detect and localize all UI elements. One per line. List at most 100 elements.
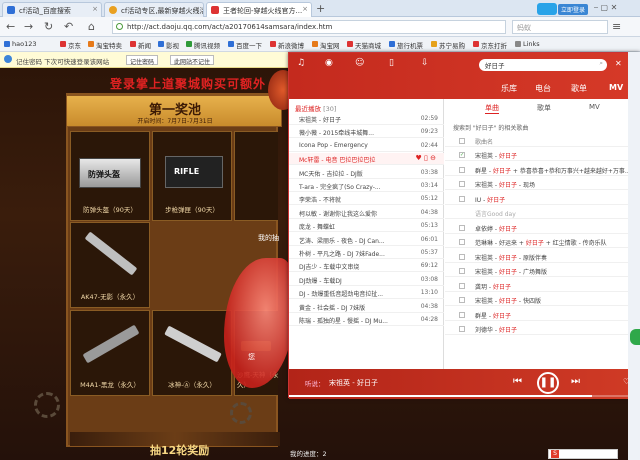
search-input[interactable]: 蚂蚁 — [512, 20, 608, 34]
result-checkbox[interactable] — [459, 326, 465, 332]
select-all-checkbox[interactable] — [459, 138, 465, 144]
share-icon[interactable] — [630, 329, 640, 345]
result-item[interactable]: 刘德华 - 好日子 — [445, 323, 640, 335]
result-checkbox[interactable] — [459, 253, 465, 260]
subtab-playlists[interactable]: 歌单 — [537, 103, 551, 113]
prize-cell-ak47[interactable]: AK47-无影（永久） — [70, 222, 150, 308]
prize-cell-magazine[interactable]: RIFLE 步枪弹匣（90天） — [152, 131, 232, 221]
tab-baidu-search[interactable]: cf活动_百度搜索 × — [2, 2, 102, 17]
bookmark-item[interactable]: 腾讯视频 — [186, 40, 220, 50]
result-checkbox[interactable] — [459, 181, 465, 187]
bookmark-item[interactable]: 淘宝特卖 — [88, 40, 122, 50]
result-checkbox[interactable] — [459, 268, 465, 274]
bookmark-item[interactable]: 影视 — [158, 40, 179, 50]
playlist-item[interactable]: DJ吉少 - 车载中文串烧 69:12 — [289, 260, 444, 273]
phone-icon[interactable]: ▯ — [389, 58, 394, 68]
tab-cf-activity[interactable]: cf活动专区,最新穿越火线活... × — [104, 2, 204, 17]
player-search-input[interactable]: 好日子 ⌕ — [479, 59, 607, 71]
player-menu-icon[interactable]: ♫ — [297, 58, 305, 68]
result-item[interactable]: IU - 好日子 — [445, 193, 640, 205]
bookmark-item[interactable]: Links — [515, 40, 540, 48]
bookmark-item[interactable]: 苏宁易购 — [431, 40, 465, 50]
tab-samsara[interactable]: 王者轮回-穿越火线官方... × — [206, 2, 312, 17]
prize-cell-m4a1[interactable]: M4A1-黑龙（永久） — [70, 310, 150, 396]
result-item[interactable]: 语言Good day — [445, 207, 640, 219]
reload-icon[interactable]: ↻ — [44, 20, 53, 33]
user-icon[interactable]: ☺ — [355, 58, 364, 68]
result-checkbox[interactable] — [459, 195, 465, 202]
login-button[interactable]: 立即登录 — [558, 4, 589, 15]
next-icon[interactable]: ⏭ — [571, 376, 580, 387]
ime-toolbar[interactable]: S — [548, 449, 618, 459]
prize-cell-partial[interactable] — [234, 131, 278, 221]
result-item[interactable]: 群星 - 好日子 + 恭喜恭喜+恭和万事兴+越来越好+万事... — [445, 164, 640, 176]
bookmark-item[interactable]: hao123 — [4, 40, 37, 48]
remember-password-button[interactable]: 记住密码 — [126, 55, 159, 66]
pause-icon[interactable]: ❚❚ — [537, 372, 559, 394]
bookmark-item[interactable]: 新浪微博 — [270, 40, 304, 50]
result-checkbox[interactable] — [459, 297, 465, 303]
result-checkbox[interactable] — [459, 224, 465, 231]
playlist-item[interactable]: DJ - 劲爆重低音超劲电音拉扯... 13:10 — [289, 287, 444, 300]
row-actions-icon[interactable]: ♥ ▯ ⊖ — [416, 154, 436, 162]
result-item[interactable]: 宋祖英 - 好日子 - 快四版 — [445, 294, 640, 306]
tab-playlists[interactable]: 歌单 — [571, 83, 587, 94]
prize-cell-rifle2[interactable]: 冰神-Ⓐ（永久） — [152, 310, 232, 396]
prev-icon[interactable]: ⏮ — [513, 376, 522, 387]
result-item[interactable]: 卓依婷 - 好日子 — [445, 222, 640, 234]
result-checkbox[interactable]: ✓ — [459, 152, 465, 158]
progress-track[interactable] — [289, 395, 640, 397]
playlist-item[interactable]: Mc轩雷 - 电音 巴拉巴拉巴拉 ♥ ▯ ⊖ — [289, 153, 444, 166]
playlist-item[interactable]: T-ara - 完全疯了(So Crazy-... 03:14 — [289, 180, 444, 192]
playlist-item[interactable]: MC天佑 - 吉拉拉 - DJ版 03:38 — [289, 167, 444, 179]
tab-radio[interactable]: 电台 — [535, 83, 551, 94]
result-checkbox[interactable] — [459, 166, 465, 173]
subtab-mv[interactable]: MV — [589, 103, 600, 111]
close-icon[interactable]: × — [92, 5, 98, 13]
prize-cell-helmet[interactable]: 防弹头盔 防弹头盔（90天） — [70, 131, 150, 221]
playlist-item[interactable]: 朴树 - 平凡之路 - DJ 7妹Fade... 05:37 — [289, 247, 444, 259]
bookmark-item[interactable]: 旅行机票 — [389, 40, 423, 50]
close-icon[interactable]: × — [302, 5, 308, 13]
result-item[interactable]: 宋祖英 - 好日子 - 现场 — [445, 178, 640, 190]
bookmark-item[interactable]: 淘宝网 — [312, 40, 340, 50]
bookmark-item[interactable]: 天猫商城 — [347, 40, 381, 50]
bookmark-item[interactable]: 京东打折 — [473, 40, 507, 50]
result-item[interactable]: 群星 - 好日子 — [445, 309, 640, 321]
result-item[interactable]: 范琳琳 - 好运来 + 好日子 + 红尘情歌 - 传奇乐队 — [445, 236, 640, 248]
playlist-item[interactable]: 艺涛、梁丽乐 - 夜色 - DJ Can... 06:01 — [289, 234, 444, 246]
window-controls-icon[interactable]: ⎯ ▢ ✕ — [594, 3, 617, 13]
window-close-icon[interactable]: ✕ — [615, 59, 622, 68]
playlist-item[interactable]: 柯以敏 - 谢谢你让我这么爱你 04:38 — [289, 207, 444, 219]
result-item[interactable]: 宋祖英 - 好日子 - 广场舞版 — [445, 265, 640, 277]
playlist-item[interactable]: DJ劲爆 - 车载DJ 03:08 — [289, 274, 444, 286]
result-checkbox[interactable] — [459, 282, 465, 289]
result-item[interactable]: 宋祖英 - 好日子 - 原版伴奏 — [445, 251, 640, 263]
recent-header[interactable]: 最近播放 [30] — [295, 103, 336, 113]
radio-icon[interactable]: ◉ — [325, 58, 333, 68]
tab-mv[interactable]: MV — [609, 83, 623, 92]
download-icon[interactable]: ⇩ — [421, 58, 429, 68]
close-icon[interactable]: × — [194, 5, 200, 13]
subtab-songs[interactable]: 单曲 — [485, 103, 499, 114]
bookmark-item[interactable]: 京东 — [60, 40, 81, 50]
playlist-item[interactable]: 李荣浩 - 不将就 05:12 — [289, 193, 444, 206]
tab-library[interactable]: 乐库 — [501, 83, 517, 94]
bookmark-item[interactable]: 新闻 — [130, 40, 151, 50]
forward-icon[interactable]: → — [24, 20, 33, 33]
new-tab-icon[interactable]: + — [316, 2, 325, 15]
result-checkbox[interactable] — [459, 239, 465, 245]
back-icon[interactable]: ← — [6, 20, 15, 33]
playlist-item[interactable]: 薇小薇 - 2015牵线丰城舞... 09:23 — [289, 126, 444, 139]
url-input[interactable]: http://act.daoju.qq.com/act/a20170614sam… — [112, 20, 506, 34]
result-item[interactable]: 龚玥 - 好日子 — [445, 280, 640, 292]
undo-icon[interactable]: ↶ — [64, 20, 73, 33]
home-icon[interactable]: ⌂ — [88, 20, 95, 33]
cloud-icon[interactable] — [537, 3, 557, 15]
result-item[interactable]: ✓ 宋祖英 - 好日子 — [445, 149, 640, 161]
playlist-item[interactable]: 陈瑞 - 孤独的星 - 慢摇 - DJ Mu... 04:28 — [289, 314, 444, 326]
playlist-item[interactable]: 宋祖英 - 好日子 02:59 — [289, 113, 444, 125]
never-remember-button[interactable]: 此网站不记住 — [170, 55, 215, 66]
playlist-item[interactable]: 庞龙 - 舞蝶虹 05:13 — [289, 220, 444, 233]
menu-icon[interactable]: ≡ — [612, 20, 621, 33]
